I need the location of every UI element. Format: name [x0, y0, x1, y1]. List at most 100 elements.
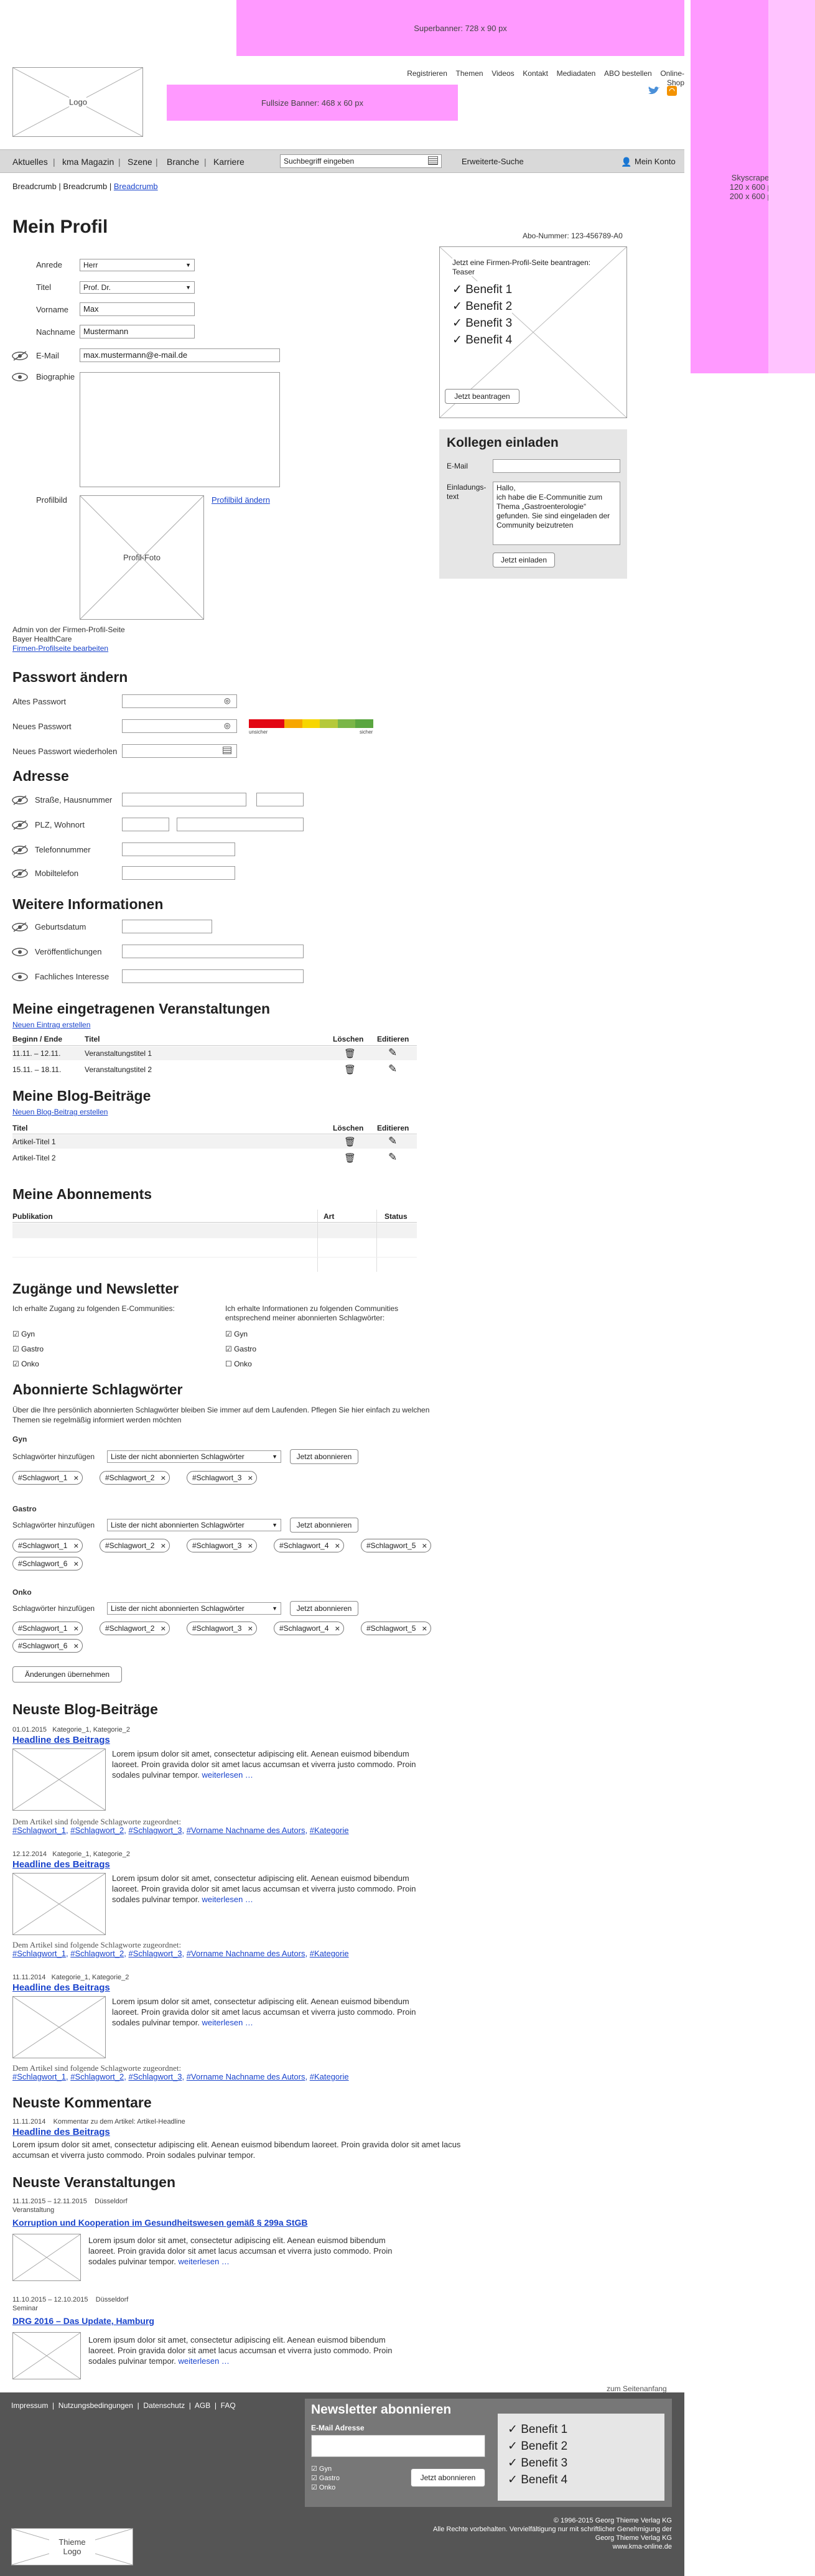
newsletter-onko[interactable]: ☑ Onko [311, 2483, 335, 2491]
eye-hidden-icon[interactable] [11, 351, 29, 361]
nav-aktuelles[interactable]: Aktuelles [12, 157, 48, 167]
search-input[interactable]: Suchbegriff eingeben [280, 154, 442, 168]
onko-tag-1[interactable]: #Schlagwort_1 × [12, 1622, 83, 1635]
eye-hidden-icon[interactable] [11, 820, 29, 830]
footer-agb[interactable]: AGB [195, 2401, 210, 2410]
gastro-subscribe-button[interactable]: Jetzt abonnieren [290, 1518, 358, 1533]
plz-field[interactable] [122, 818, 169, 831]
gastro-tag-6[interactable]: #Schlagwort_6 × [12, 1557, 83, 1570]
gastro-tag-3[interactable]: #Schlagwort_3 × [187, 1539, 258, 1552]
onko-tag-5[interactable]: #Schlagwort_5 × [361, 1622, 432, 1635]
eye-visible-icon[interactable] [11, 372, 29, 382]
post-3-headline[interactable]: Headline des Beitrags [12, 1982, 110, 1993]
nav-karriere[interactable]: Karriere [213, 157, 244, 167]
post-1-headline[interactable]: Headline des Beitrags [12, 1735, 110, 1745]
gyn-tag-1[interactable]: #Schlagwort_1 × [12, 1471, 83, 1485]
new-event-link[interactable]: Neuen Eintrag erstellen [12, 1020, 90, 1029]
new-password-field[interactable] [122, 719, 237, 733]
thieme-logo[interactable]: Thieme Logo [11, 2528, 133, 2565]
search-list-icon[interactable] [428, 156, 438, 165]
gyn-tag-2[interactable]: #Schlagwort_2 × [100, 1471, 170, 1485]
edit-icon[interactable]: ✎ [388, 1063, 397, 1075]
nav-kma-magazin[interactable]: kma Magazin [62, 157, 114, 167]
trash-icon[interactable]: 🗑 [344, 1152, 356, 1164]
onko-tag-2[interactable]: #Schlagwort_2 × [100, 1622, 170, 1635]
onko-subscribe-button[interactable]: Jetzt abonnieren [290, 1601, 358, 1616]
event-2-headline[interactable]: DRG 2016 – Das Update, Hamburg [12, 2316, 154, 2326]
edit-icon[interactable]: ✎ [388, 1151, 397, 1164]
nav-branche[interactable]: Branche [167, 157, 199, 167]
old-password-field[interactable] [122, 694, 237, 708]
rss-icon[interactable]: ◠ [667, 86, 677, 96]
nav-extended-search[interactable]: Erweiterte-Suche [462, 157, 524, 166]
onko-tag-3[interactable]: #Schlagwort_3 × [187, 1622, 258, 1635]
gyn-tag-select[interactable]: Liste der nicht abonnierten Schlagwörter… [107, 1450, 281, 1463]
city-field[interactable] [177, 818, 304, 831]
back-to-top-link[interactable]: zum Seitenanfang [607, 2384, 667, 2393]
topnav-videos[interactable]: Videos [491, 69, 514, 78]
event-2-more[interactable]: weiterlesen … [179, 2356, 230, 2366]
event-1-headline[interactable]: Korruption und Kooperation im Gesundheit… [12, 2218, 308, 2228]
gastro-tag-select[interactable]: Liste der nicht abonnierten Schlagwörter… [107, 1519, 281, 1531]
newsletter-gyn[interactable]: ☑ Gyn [311, 2465, 332, 2473]
nachname-field[interactable]: Mustermann [80, 325, 195, 338]
invite-textarea[interactable]: Hallo, ich habe die E-Communitie zum The… [493, 482, 620, 545]
mobile-field[interactable] [122, 866, 235, 880]
topnav-registrieren[interactable]: Registrieren [407, 69, 447, 78]
newsletter-gyn[interactable]: ☑ Gyn [225, 1330, 248, 1338]
fullsize-banner-ad[interactable]: Fullsize Banner: 468 x 60 px [167, 85, 458, 121]
site-logo[interactable]: Logo [12, 67, 143, 137]
access-onko[interactable]: ☑ Onko [12, 1360, 39, 1368]
trash-icon[interactable]: 🗑 [344, 1136, 356, 1147]
comment-headline[interactable]: Headline des Beitrags [12, 2127, 110, 2137]
breadcrumb-1[interactable]: Breadcrumb [12, 182, 57, 191]
newsletter-gastro[interactable]: ☑ Gastro [225, 1345, 256, 1353]
gyn-tag-3[interactable]: #Schlagwort_3 × [187, 1471, 258, 1485]
bio-textarea[interactable] [80, 372, 280, 487]
footer-privacy[interactable]: Datenschutz [143, 2401, 185, 2410]
eye-visible-icon[interactable] [11, 947, 29, 957]
newsletter-onko[interactable]: ☐ Onko [225, 1360, 252, 1368]
street-field[interactable] [122, 793, 246, 806]
topnav-shop[interactable]: Online-Shop [660, 69, 684, 87]
titel-select[interactable]: Prof. Dr. ▼ [80, 281, 195, 294]
post-2-headline[interactable]: Headline des Beitrags [12, 1859, 110, 1870]
onko-tag-select[interactable]: Liste der nicht abonnierten Schlagwörter… [107, 1602, 281, 1615]
trash-icon[interactable]: 🗑 [344, 1048, 356, 1059]
newsletter-subscribe-button[interactable]: Jetzt abonnieren [411, 2468, 485, 2487]
interest-field[interactable] [122, 969, 304, 983]
topnav-abo[interactable]: ABO bestellen [604, 69, 652, 78]
eye-hidden-icon[interactable] [11, 922, 29, 932]
onko-tag-4[interactable]: #Schlagwort_4 × [274, 1622, 345, 1635]
post-1-more[interactable]: weiterlesen … [202, 1770, 253, 1780]
gastro-tag-5[interactable]: #Schlagwort_5 × [361, 1539, 432, 1552]
access-gyn[interactable]: ☑ Gyn [12, 1330, 35, 1338]
repeat-password-field[interactable] [122, 744, 237, 758]
event-1-more[interactable]: weiterlesen … [179, 2257, 230, 2266]
housenumber-field[interactable] [256, 793, 304, 806]
invite-email-field[interactable] [493, 459, 620, 473]
eye-hidden-icon[interactable] [11, 845, 29, 855]
gastro-tag-4[interactable]: #Schlagwort_4 × [274, 1539, 345, 1552]
footer-faq[interactable]: FAQ [221, 2401, 236, 2410]
edit-icon[interactable]: ✎ [388, 1047, 397, 1059]
breadcrumb-2[interactable]: Breadcrumb [63, 182, 107, 191]
gastro-tag-2[interactable]: #Schlagwort_2 × [100, 1539, 170, 1552]
onko-tag-6[interactable]: #Schlagwort_6 × [12, 1639, 83, 1653]
twitter-icon[interactable] [647, 86, 661, 96]
newsletter-email-field[interactable] [311, 2435, 485, 2457]
footer-impressum[interactable]: Impressum [11, 2401, 48, 2410]
newsletter-gastro[interactable]: ☑ Gastro [311, 2474, 340, 2482]
apply-button[interactable]: Jetzt beantragen [445, 389, 519, 404]
anrede-select[interactable]: Herr ▼ [80, 259, 195, 271]
trash-icon[interactable]: 🗑 [344, 1064, 356, 1075]
account-icon[interactable]: 👤 [621, 157, 631, 167]
gyn-subscribe-button[interactable]: Jetzt abonnieren [290, 1449, 358, 1464]
access-gastro[interactable]: ☑ Gastro [12, 1345, 44, 1353]
birth-field[interactable] [122, 920, 212, 933]
invite-button[interactable]: Jetzt einladen [493, 553, 555, 567]
nav-szene[interactable]: Szene [128, 157, 152, 167]
topnav-mediadaten[interactable]: Mediadaten [557, 69, 596, 78]
post-2-more[interactable]: weiterlesen … [202, 1895, 253, 1904]
vorname-field[interactable]: Max [80, 302, 195, 316]
